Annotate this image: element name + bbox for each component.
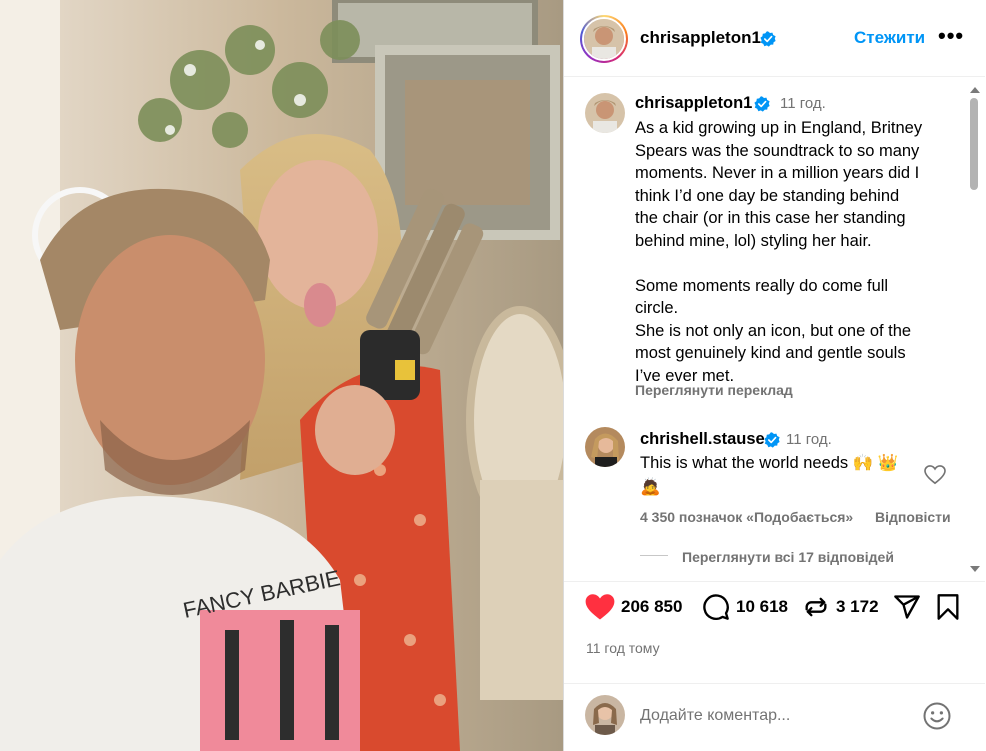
comment-time[interactable]: 11 год. bbox=[786, 431, 832, 448]
view-all-replies-link[interactable]: Переглянути всі 17 відповідей bbox=[682, 549, 894, 565]
more-options-icon[interactable]: ••• bbox=[938, 25, 964, 47]
comment-likes-count[interactable]: 4 350 позначок «Подобається» bbox=[640, 509, 853, 525]
share-button[interactable] bbox=[893, 590, 921, 624]
crown-emoji: 👑 bbox=[877, 454, 899, 472]
author-avatar[interactable] bbox=[582, 17, 626, 61]
save-button[interactable] bbox=[935, 590, 961, 624]
bowing-person-emoji: 🙇 bbox=[640, 478, 661, 496]
caption-verified-badge-icon bbox=[754, 96, 770, 112]
reposts-count[interactable]: 3 172 bbox=[836, 597, 879, 617]
see-translation-link[interactable]: Переглянути переклад bbox=[635, 382, 793, 398]
post-side-panel: chrisappleton1 Стежити ••• chrisappleton… bbox=[563, 0, 985, 751]
speech-bubble-icon[interactable] bbox=[702, 593, 730, 621]
caption-time[interactable]: 11 год. bbox=[780, 95, 826, 112]
author-avatar-ring[interactable] bbox=[580, 15, 628, 63]
comment-body: This is what the world needs bbox=[640, 454, 849, 472]
comment-button[interactable]: 10 618 bbox=[702, 590, 788, 624]
view-replies-divider bbox=[640, 555, 668, 556]
comments-count[interactable]: 10 618 bbox=[736, 597, 788, 617]
paper-plane-icon[interactable] bbox=[893, 593, 921, 621]
comment-like-heart-icon[interactable] bbox=[924, 465, 946, 485]
verified-badge-icon bbox=[760, 31, 776, 47]
add-comment-bar bbox=[564, 683, 985, 751]
scrollbar-thumb[interactable] bbox=[970, 98, 978, 190]
bookmark-icon[interactable] bbox=[935, 593, 961, 621]
caption-text: As a kid growing up in England, Britney … bbox=[635, 119, 923, 385]
post-actions-bar: 206 850 10 618 3 172 bbox=[564, 590, 985, 640]
scroll-up-arrow-icon[interactable] bbox=[970, 87, 980, 93]
photo-illustration: FANCY BARBIE bbox=[0, 0, 563, 751]
post-header: chrisappleton1 Стежити ••• bbox=[564, 0, 985, 77]
comments-scroll-area[interactable]: chrisappleton1 11 год. As a kid growing … bbox=[564, 77, 985, 582]
repost-icon[interactable] bbox=[802, 593, 830, 621]
emoji-smiley-icon[interactable] bbox=[922, 701, 952, 731]
repost-button[interactable]: 3 172 bbox=[802, 590, 879, 624]
commenter-verified-badge-icon bbox=[764, 432, 780, 448]
comment-reply-button[interactable]: Відповісти bbox=[875, 509, 951, 525]
scroll-down-arrow-icon[interactable] bbox=[970, 566, 980, 572]
caption-username[interactable]: chrisappleton1 bbox=[635, 94, 752, 113]
comment-input[interactable] bbox=[640, 704, 920, 728]
likes-count[interactable]: 206 850 bbox=[621, 597, 682, 617]
follow-button[interactable]: Стежити bbox=[854, 28, 925, 48]
heart-filled-icon[interactable] bbox=[585, 593, 615, 621]
post-photo[interactable]: FANCY BARBIE bbox=[0, 0, 563, 751]
raised-hands-emoji: 🙌 bbox=[852, 454, 874, 472]
post-time-ago[interactable]: 11 год тому bbox=[586, 640, 660, 656]
caption-author-avatar[interactable] bbox=[585, 93, 625, 133]
commenter-avatar[interactable] bbox=[585, 427, 625, 467]
like-button[interactable]: 206 850 bbox=[585, 590, 682, 624]
author-username[interactable]: chrisappleton1 bbox=[640, 28, 761, 48]
comment-text: This is what the world needs 🙌 👑 🙇 bbox=[640, 451, 910, 499]
commenter-username[interactable]: chrishell.stause bbox=[640, 430, 765, 449]
current-user-avatar bbox=[585, 695, 625, 735]
